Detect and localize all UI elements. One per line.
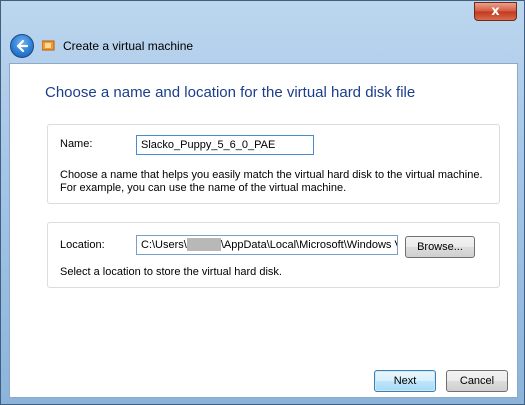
location-group: Location: C:\Users\ \AppData\Local\Micros…: [47, 222, 500, 288]
name-description-line2: For example, you can use the name of the…: [60, 182, 347, 194]
name-description-line1: Choose a name that helps you easily matc…: [60, 169, 483, 181]
location-value-suffix: \AppData\Local\Microsoft\Windows V: [220, 239, 398, 251]
wizard-window: x Create a virtual machine Choose a name…: [0, 0, 525, 405]
window-title: Create a virtual machine: [63, 39, 194, 53]
back-arrow-icon: [16, 39, 29, 53]
name-input[interactable]: Slacko_Puppy_5_6_0_PAE: [136, 135, 314, 155]
cancel-button[interactable]: Cancel: [446, 370, 508, 392]
close-icon: x: [491, 4, 500, 19]
location-label: Location:: [60, 239, 105, 251]
next-button[interactable]: Next: [374, 370, 436, 392]
virtual-machine-icon: [42, 40, 55, 51]
wizard-content: Choose a name and location for the virtu…: [9, 63, 518, 398]
browse-button[interactable]: Browse...: [405, 236, 475, 258]
close-button[interactable]: x: [474, 2, 517, 21]
location-description: Select a location to store the virtual h…: [60, 266, 282, 278]
wizard-header: Create a virtual machine: [1, 29, 524, 63]
location-value-prefix: C:\Users\: [141, 239, 187, 251]
name-group: Name: Slacko_Puppy_5_6_0_PAE Choose a na…: [47, 124, 500, 204]
name-label: Name:: [60, 138, 93, 150]
back-button[interactable]: [10, 34, 34, 58]
redacted-username: [186, 237, 221, 251]
location-input[interactable]: C:\Users\ \AppData\Local\Microsoft\Window…: [136, 235, 398, 255]
page-heading: Choose a name and location for the virtu…: [45, 84, 416, 101]
